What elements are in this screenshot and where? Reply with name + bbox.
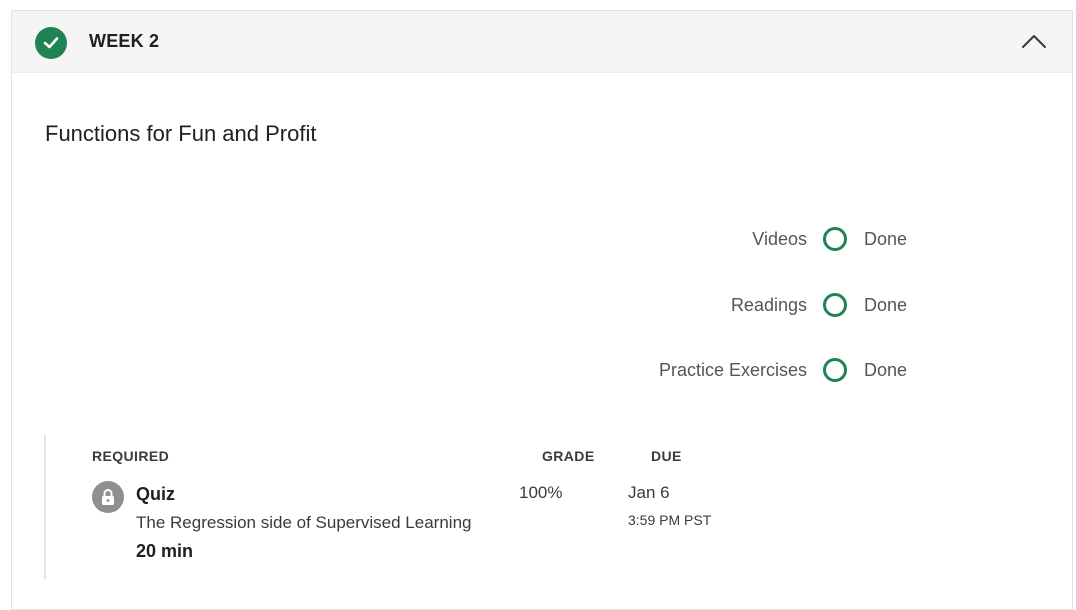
- progress-row-videos: Videos Done: [752, 223, 924, 255]
- quiz-name[interactable]: The Regression side of Supervised Learni…: [136, 513, 471, 533]
- required-header: REQUIRED: [92, 448, 170, 464]
- week-label: WEEK 2: [89, 31, 160, 51]
- quiz-due-date: Jan 6: [628, 483, 670, 502]
- progress-label: Videos: [752, 228, 807, 249]
- week-card: WEEK 2 Functions for Fun and Profit Vide…: [11, 10, 1073, 610]
- quiz-type-link[interactable]: Quiz: [136, 484, 175, 505]
- chevron-up-icon[interactable]: [1022, 33, 1046, 54]
- progress-row-readings: Readings Done: [731, 289, 924, 321]
- progress-ring-icon: [823, 293, 847, 317]
- due-header: DUE: [651, 448, 682, 464]
- progress-ring-icon: [823, 358, 847, 382]
- lock-icon: [92, 481, 124, 513]
- progress-label: Practice Exercises: [658, 359, 807, 380]
- quiz-due-time: 3:59 PM PST: [628, 512, 712, 528]
- week-header[interactable]: WEEK 2: [12, 11, 1072, 73]
- check-circle-icon: [35, 27, 67, 59]
- quiz-duration: 20 min: [136, 541, 194, 561]
- progress-row-practice: Practice Exercises Done: [659, 354, 924, 386]
- progress-status: Done: [864, 228, 908, 249]
- quiz-grade: 100%: [519, 483, 563, 502]
- progress-ring-icon: [823, 227, 847, 251]
- module-title: Functions for Fun and Profit: [45, 121, 317, 146]
- grade-header: GRADE: [542, 448, 595, 464]
- progress-label: Readings: [730, 294, 807, 315]
- progress-status: Done: [864, 359, 908, 380]
- progress-status: Done: [864, 294, 908, 315]
- required-items-table: REQUIRED GRADE DUE Quiz The Regression s…: [44, 435, 746, 579]
